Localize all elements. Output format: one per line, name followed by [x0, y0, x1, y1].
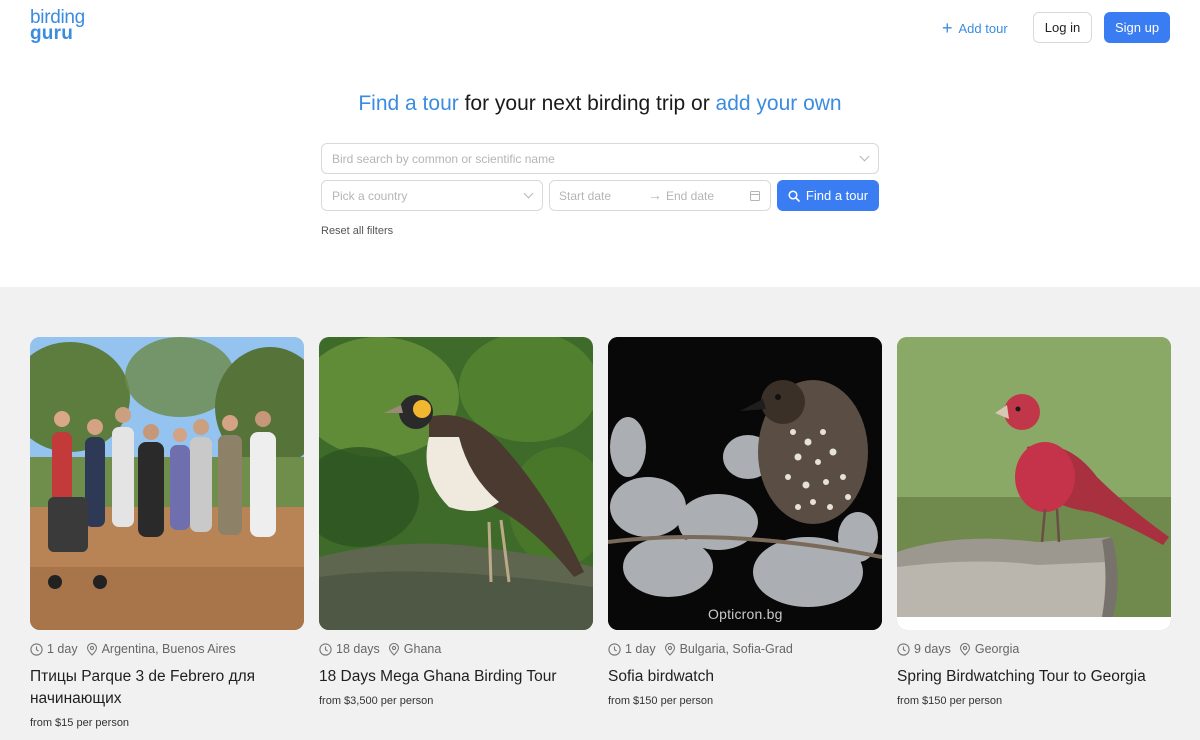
tour-price: from $15 per person: [30, 717, 130, 729]
tour-meta: 18 days Ghana: [319, 641, 593, 657]
tour-duration: 1 day: [30, 642, 78, 656]
tour-duration-text: 9 days: [914, 642, 951, 656]
clock-icon: [897, 642, 910, 656]
find-tour-label: Find a tour: [805, 188, 869, 203]
tour-photo[interactable]: [30, 337, 304, 630]
tour-card[interactable]: 1 day Argentina, Buenos Aires Птицы Parq…: [30, 337, 304, 729]
tour-title[interactable]: Птицы Parque 3 de Febrero для начинающих: [30, 666, 304, 710]
tour-photo[interactable]: [897, 337, 1171, 630]
top-header: birding guru + Add tour Log in Sign up: [0, 0, 1200, 56]
tour-card[interactable]: 18 days Ghana 18 Days Mega Ghana Birding…: [319, 337, 593, 707]
location-pin-icon: [664, 642, 675, 656]
bird-photo-image: [608, 337, 882, 630]
tour-location: Bulgaria, Sofia-Grad: [664, 642, 793, 656]
bird-photo-image: [319, 337, 593, 630]
logo[interactable]: birding guru: [30, 8, 85, 44]
tour-price: from $150 per person: [897, 695, 1003, 707]
calendar-icon: [750, 191, 760, 201]
tour-duration-text: 18 days: [336, 642, 380, 656]
tour-price: from $150 per person: [608, 695, 714, 707]
tour-photo[interactable]: Opticron.bg: [608, 337, 882, 630]
tour-card[interactable]: Opticron.bg 1 day Bulgaria, Sofia-Grad S…: [608, 337, 882, 707]
end-date-field[interactable]: End date: [666, 189, 714, 203]
clock-icon: [30, 642, 43, 656]
tour-location-text: Bulgaria, Sofia-Grad: [679, 642, 793, 656]
group-photo-image: [30, 337, 304, 630]
tour-duration: 1 day: [608, 642, 656, 656]
plus-icon: +: [942, 18, 953, 38]
tour-duration: 9 days: [897, 642, 951, 656]
location-pin-icon: [959, 642, 970, 656]
bird-search-placeholder: Bird search by common or scientific name: [332, 151, 555, 166]
tour-meta: 9 days Georgia: [897, 641, 1171, 657]
chevron-down-icon: [523, 188, 534, 199]
reset-filters-link[interactable]: Reset all filters: [321, 225, 393, 237]
country-placeholder: Pick a country: [332, 188, 408, 203]
date-range-picker[interactable]: Start date → End date: [549, 180, 771, 211]
tour-duration: 18 days: [319, 642, 380, 656]
clock-icon: [608, 642, 621, 656]
tour-photo[interactable]: [319, 337, 593, 630]
tour-location: Ghana: [388, 642, 442, 656]
search-icon: [788, 189, 800, 202]
bird-search-input[interactable]: Bird search by common or scientific name: [321, 143, 879, 174]
tour-location: Argentina, Buenos Aires: [86, 642, 236, 656]
hero-title-middle: for your next birding trip or: [458, 92, 716, 115]
tour-title[interactable]: Sofia birdwatch: [608, 666, 882, 688]
tour-location-text: Ghana: [403, 642, 442, 656]
location-pin-icon: [86, 642, 97, 656]
start-date-field[interactable]: Start date: [559, 189, 611, 203]
bird-photo-image: [897, 337, 1171, 630]
tour-title[interactable]: 18 Days Mega Ghana Birding Tour: [319, 666, 593, 688]
logo-line2: guru: [30, 23, 74, 44]
tour-location-text: Argentina, Buenos Aires: [101, 642, 236, 656]
tour-card[interactable]: 9 days Georgia Spring Birdwatching Tour …: [897, 337, 1171, 707]
tour-location: Georgia: [959, 642, 1019, 656]
hero-title-add-link[interactable]: add your own: [716, 92, 842, 115]
location-pin-icon: [388, 642, 399, 656]
add-tour-label: Add tour: [958, 20, 1008, 36]
country-select[interactable]: Pick a country: [321, 180, 543, 211]
tour-location-text: Georgia: [974, 642, 1020, 656]
signup-button[interactable]: Sign up: [1104, 12, 1170, 43]
tour-meta: 1 day Bulgaria, Sofia-Grad: [608, 641, 882, 657]
clock-icon: [319, 642, 332, 656]
tour-list: 1 day Argentina, Buenos Aires Птицы Parq…: [0, 287, 1200, 740]
login-button[interactable]: Log in: [1033, 12, 1092, 43]
tour-price: from $3,500 per person: [319, 695, 434, 707]
add-tour-link[interactable]: + Add tour: [942, 18, 1008, 38]
arrow-right-icon: →: [648, 187, 662, 203]
find-tour-button[interactable]: Find a tour: [777, 180, 879, 211]
hero-title: Find a tour for your next birding trip o…: [0, 92, 1200, 116]
hero-title-find-link[interactable]: Find a tour: [358, 92, 458, 115]
tour-duration-text: 1 day: [47, 642, 78, 656]
tour-title[interactable]: Spring Birdwatching Tour to Georgia: [897, 666, 1171, 688]
photo-watermark: Opticron.bg: [708, 606, 783, 622]
tour-duration-text: 1 day: [625, 642, 656, 656]
tour-meta: 1 day Argentina, Buenos Aires: [30, 641, 304, 657]
chevron-down-icon: [859, 151, 870, 162]
